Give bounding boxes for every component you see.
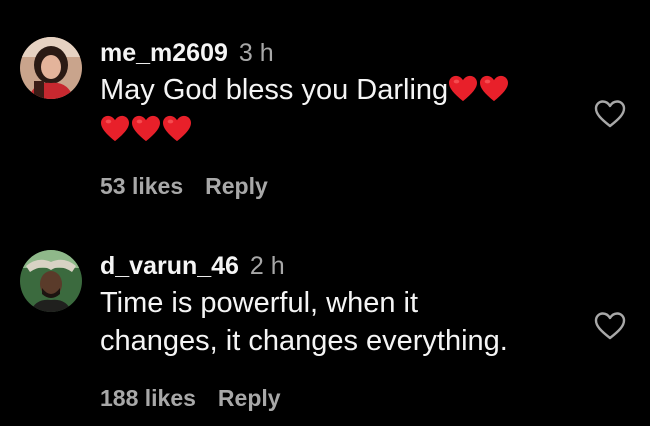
comment-text-line: changes, it changes everything. [100, 325, 508, 357]
reply-button[interactable]: Reply [218, 385, 281, 411]
heart-emoji-icon [480, 76, 509, 102]
reply-button[interactable]: Reply [205, 173, 268, 199]
avatar[interactable] [20, 250, 82, 312]
timestamp: 2 h [249, 252, 285, 280]
likes-count[interactable]: 188 likes [100, 385, 196, 411]
heart-emoji-group [100, 112, 193, 150]
comment-text-line: Time is powerful, when it [100, 287, 419, 319]
comment-text: Time is powerful, when it changes, it ch… [100, 284, 570, 360]
likes-count[interactable]: 53 likes [100, 173, 183, 199]
comment-header: d_varun_46 2 h [100, 251, 570, 281]
timestamp: 3 h [238, 39, 274, 67]
comment-text-line: May God bless you Darling [100, 74, 449, 106]
heart-emoji-icon [101, 115, 129, 141]
heart-emoji-icon [449, 76, 478, 102]
heart-emoji-icon [132, 115, 160, 141]
username[interactable]: me_m2609 [100, 39, 228, 67]
heart-emoji-group [448, 72, 510, 110]
heart-outline-icon[interactable] [594, 311, 626, 341]
comment-header: me_m2609 3 h [100, 38, 570, 68]
username[interactable]: d_varun_46 [100, 252, 239, 280]
comment-meta: 53 likes Reply [100, 172, 268, 200]
comment-meta: 188 likes Reply [100, 384, 281, 412]
comment-content: me_m2609 3 h May God bless you Darling [100, 38, 570, 150]
comment-content: d_varun_46 2 h Time is powerful, when it… [100, 251, 570, 360]
heart-emoji-icon [163, 115, 191, 141]
avatar[interactable] [20, 37, 82, 99]
heart-outline-icon[interactable] [594, 99, 626, 129]
comment-text: May God bless you Darling [100, 71, 570, 150]
